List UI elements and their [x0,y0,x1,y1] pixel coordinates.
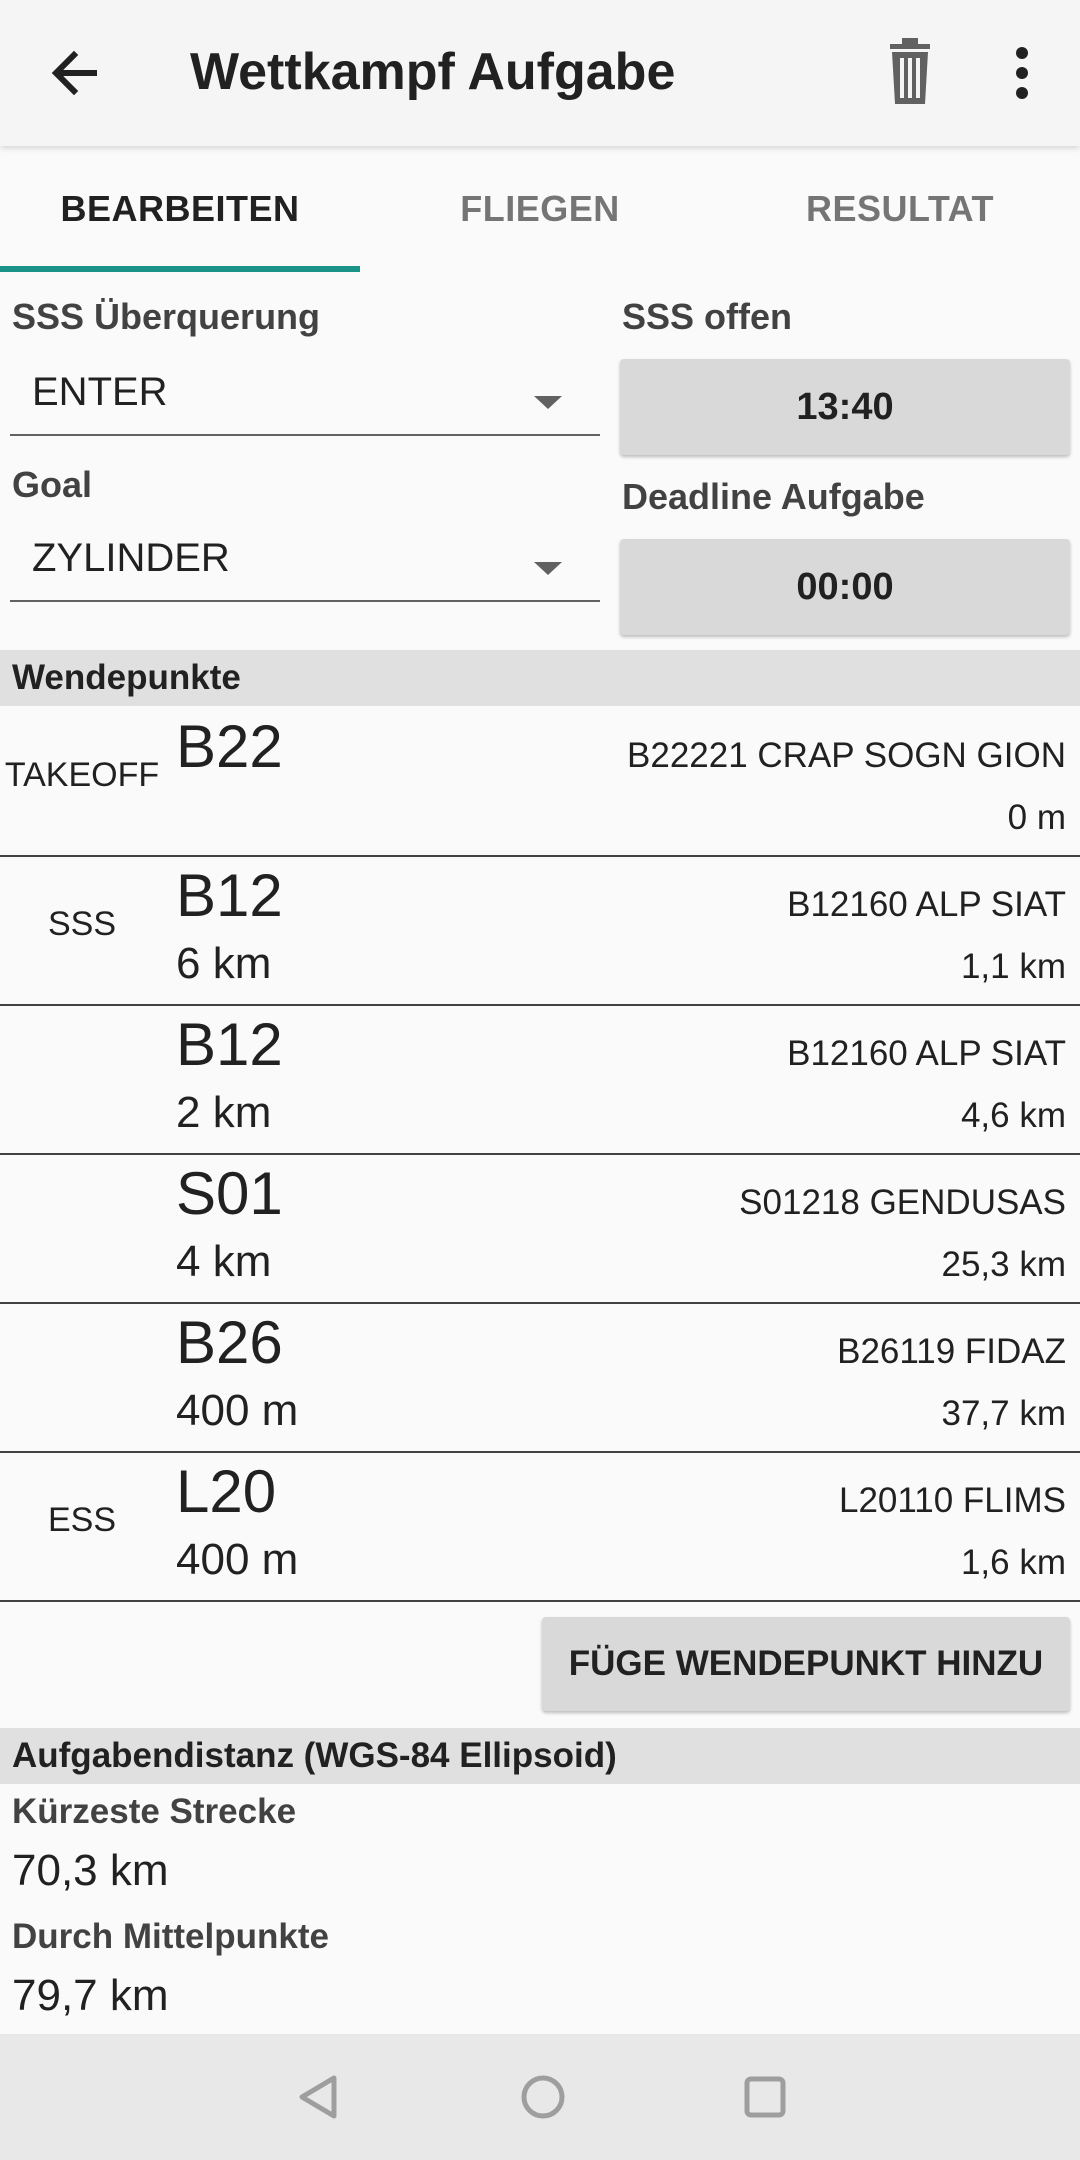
tab-bearbeiten[interactable]: BEARBEITEN [0,146,360,272]
turnpoint-description: B26119 FIDAZ [837,1332,1066,1371]
turnpoint-row[interactable]: B12 2 km B12160 ALP SIAT 4,6 km [0,1004,1080,1155]
turnpoint-distance: 25,3 km [941,1245,1067,1284]
turnpoint-distance: 4,6 km [960,1096,1066,1135]
turnpoint-row[interactable]: SSS B12 6 km B12160 ALP SIAT 1,1 km [0,855,1080,1006]
page-title: Wettkampf Aufgabe [190,43,676,101]
turnpoint-description: S01218 GENDUSAS [739,1183,1066,1222]
tab-resultat[interactable]: RESULTAT [720,146,1080,272]
system-nav-bar [0,2034,1080,2160]
turnpoint-distance: 37,7 km [941,1394,1067,1433]
nav-home-icon[interactable] [518,2072,568,2127]
turnpoint-type: ESS [47,1501,117,1539]
add-turnpoint-button[interactable]: FÜGE WENDEPUNKT HINZU [542,1617,1070,1711]
turnpoint-name: B12 [176,862,283,929]
task-distance-header: Aufgabendistanz (WGS-84 Ellipsoid) [0,1728,1080,1784]
turnpoint-row[interactable]: B26 400 m B26119 FIDAZ 37,7 km [0,1302,1080,1453]
tab-indicator [0,266,360,272]
goal-label: Goal [12,464,93,505]
deadline-time-button[interactable]: 00:00 [620,539,1070,635]
sss-open-label: SSS offen [622,296,793,337]
turnpoint-distance: 1,6 km [960,1543,1066,1582]
sss-crossing-label: SSS Überquerung [12,296,321,337]
deadline-label: Deadline Aufgabe [622,476,925,517]
turnpoint-radius: 2 km [176,1088,272,1137]
nav-recent-icon[interactable] [740,2072,790,2127]
turnpoint-description: B22221 CRAP SOGN GION [627,736,1066,775]
goal-value: ZYLINDER [32,536,230,580]
trash-icon[interactable] [880,38,940,108]
sss-crossing-select[interactable]: ENTER [10,364,600,436]
turnpoint-radius: 4 km [176,1237,272,1286]
tab-bar: BEARBEITEN FLIEGEN RESULTAT [0,146,1080,272]
shortest-distance-label: Kürzeste Strecke [12,1792,297,1831]
turnpoint-name: B12 [176,1011,283,1078]
turnpoint-name: L20 [176,1458,277,1525]
turnpoint-description: L20110 FLIMS [839,1481,1066,1520]
turnpoint-radius: 400 m [176,1535,299,1584]
back-arrow-icon[interactable] [40,38,110,108]
nav-back-icon[interactable] [294,2072,344,2127]
more-vert-icon[interactable] [1000,38,1044,108]
turnpoint-type: TAKEOFF [4,756,160,794]
turnpoint-name: B22 [176,713,283,780]
turnpoint-name: S01 [176,1160,283,1227]
turnpoint-name: B26 [176,1309,283,1376]
center-distance-value: 79,7 km [12,1971,169,2020]
goal-select[interactable]: ZYLINDER [10,530,600,602]
turnpoint-distance: 0 m [1007,798,1066,837]
tab-fliegen[interactable]: FLIEGEN [360,146,720,272]
turnpoint-description: B12160 ALP SIAT [787,885,1066,924]
dropdown-arrow-icon [534,396,562,409]
turnpoint-radius: 6 km [176,939,272,988]
center-distance-label: Durch Mittelpunkte [12,1917,329,1956]
turnpoint-row[interactable]: TAKEOFF B22 B22221 CRAP SOGN GION 0 m [0,706,1080,857]
turnpoints-header: Wendepunkte [0,650,1080,706]
turnpoint-row[interactable]: ESS L20 400 m L20110 FLIMS 1,6 km [0,1451,1080,1602]
turnpoint-distance: 1,1 km [960,947,1066,986]
dropdown-arrow-icon [534,562,562,575]
turnpoint-row[interactable]: S01 4 km S01218 GENDUSAS 25,3 km [0,1153,1080,1304]
turnpoints-header-label: Wendepunkte [12,658,241,697]
turnpoint-description: B12160 ALP SIAT [787,1034,1066,1073]
sss-crossing-value: ENTER [32,370,168,414]
app-bar: Wettkampf Aufgabe [0,0,1080,146]
sss-open-time-button[interactable]: 13:40 [620,359,1070,455]
turnpoint-radius: 400 m [176,1386,299,1435]
turnpoint-type: SSS [47,905,117,943]
task-distance-header-label: Aufgabendistanz (WGS-84 Ellipsoid) [12,1736,617,1775]
shortest-distance-value: 70,3 km [12,1846,169,1895]
